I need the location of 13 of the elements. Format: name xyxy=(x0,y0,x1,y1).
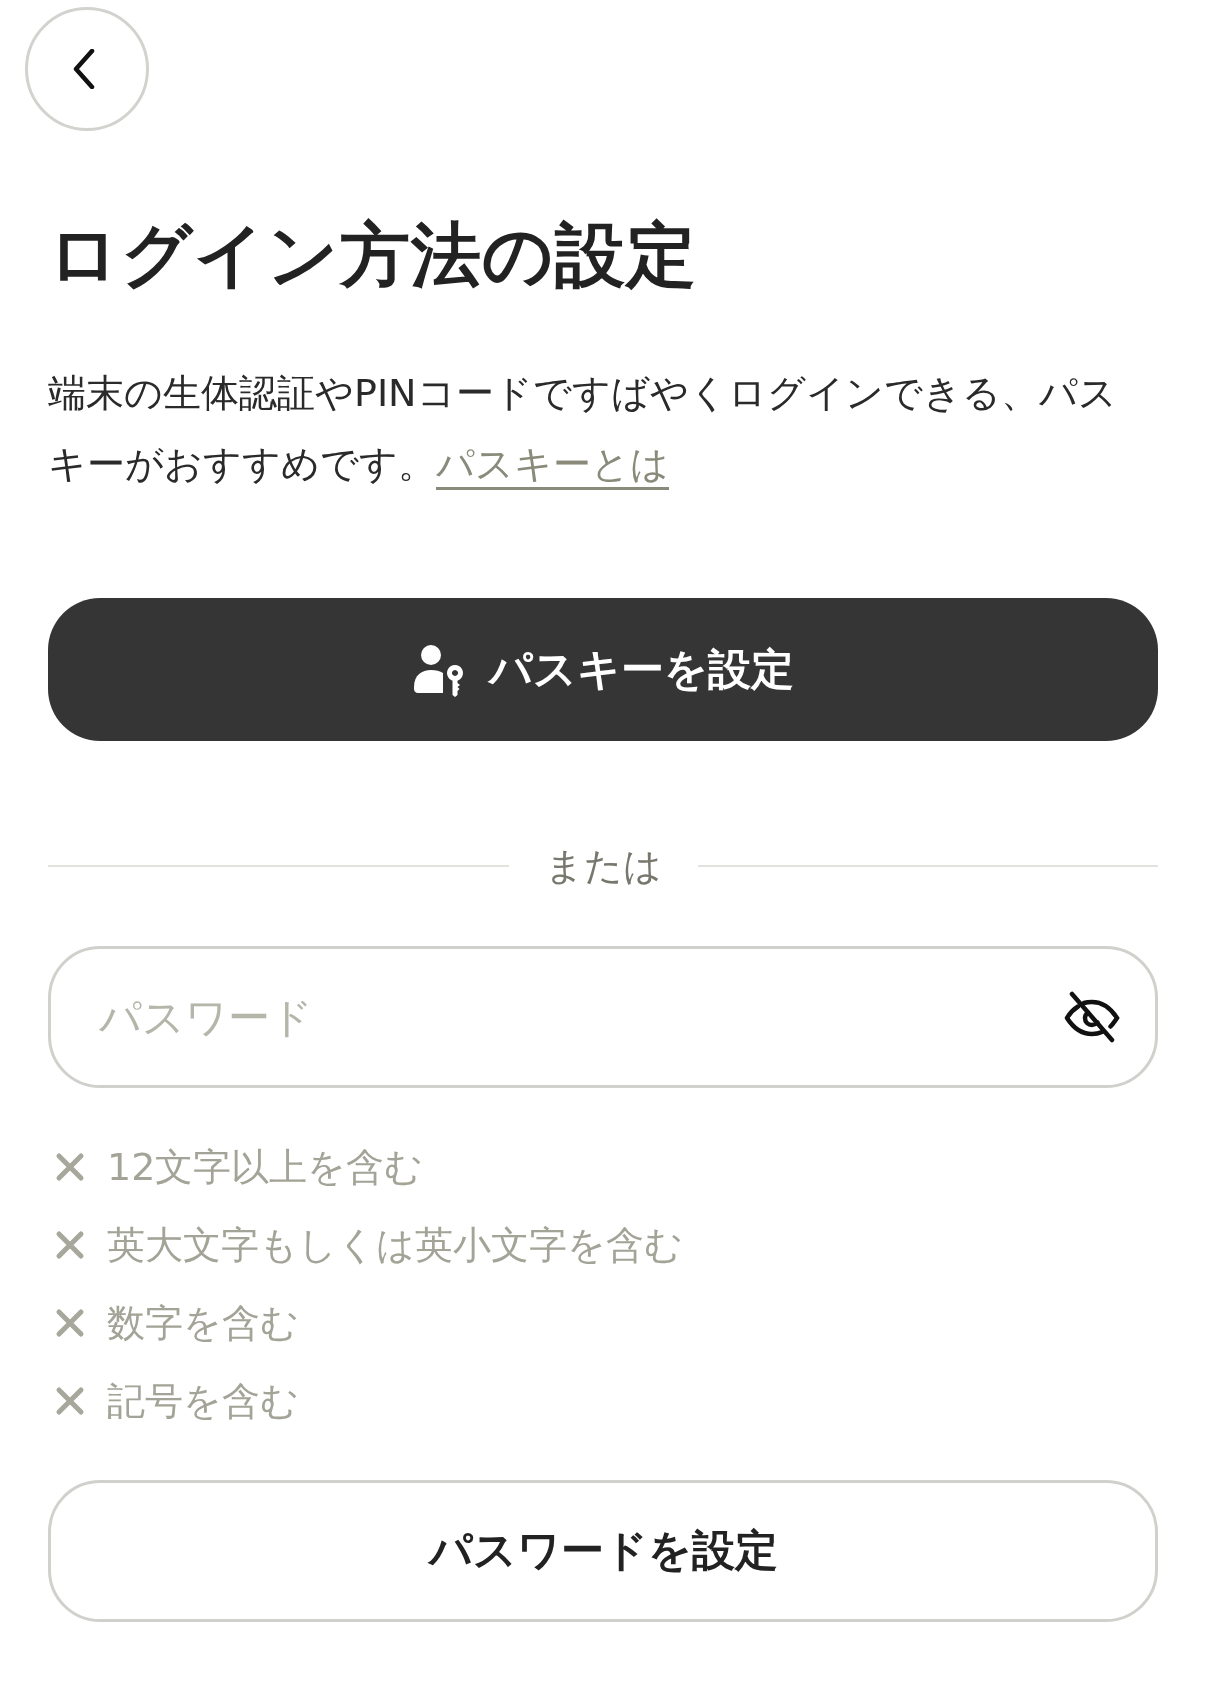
requirement-text: 12文字以上を含む xyxy=(107,1144,424,1191)
password-setup-button[interactable]: パスワードを設定 xyxy=(48,1480,1158,1622)
requirement-text: 数字を含む xyxy=(107,1300,299,1347)
back-chevron-icon xyxy=(72,49,96,89)
passkey-info-link[interactable]: パスキーとは xyxy=(436,442,669,486)
passkey-setup-button[interactable]: パスキーを設定 xyxy=(48,598,1158,741)
password-field[interactable]: パスワード xyxy=(48,946,1158,1088)
description-text: 端末の生体認証やPINコードですばやくログインできる、パスキーがおすすめです。パスキーとは xyxy=(48,370,1118,488)
page-title: ログイン方法の設定 xyxy=(48,213,698,297)
divider-label: または xyxy=(544,843,662,890)
eye-slash-icon[interactable] xyxy=(1064,991,1120,1043)
requirement-text: 英大文字もしくは英小文字を含む xyxy=(107,1222,683,1269)
requirement-text: 記号を含む xyxy=(107,1378,299,1425)
